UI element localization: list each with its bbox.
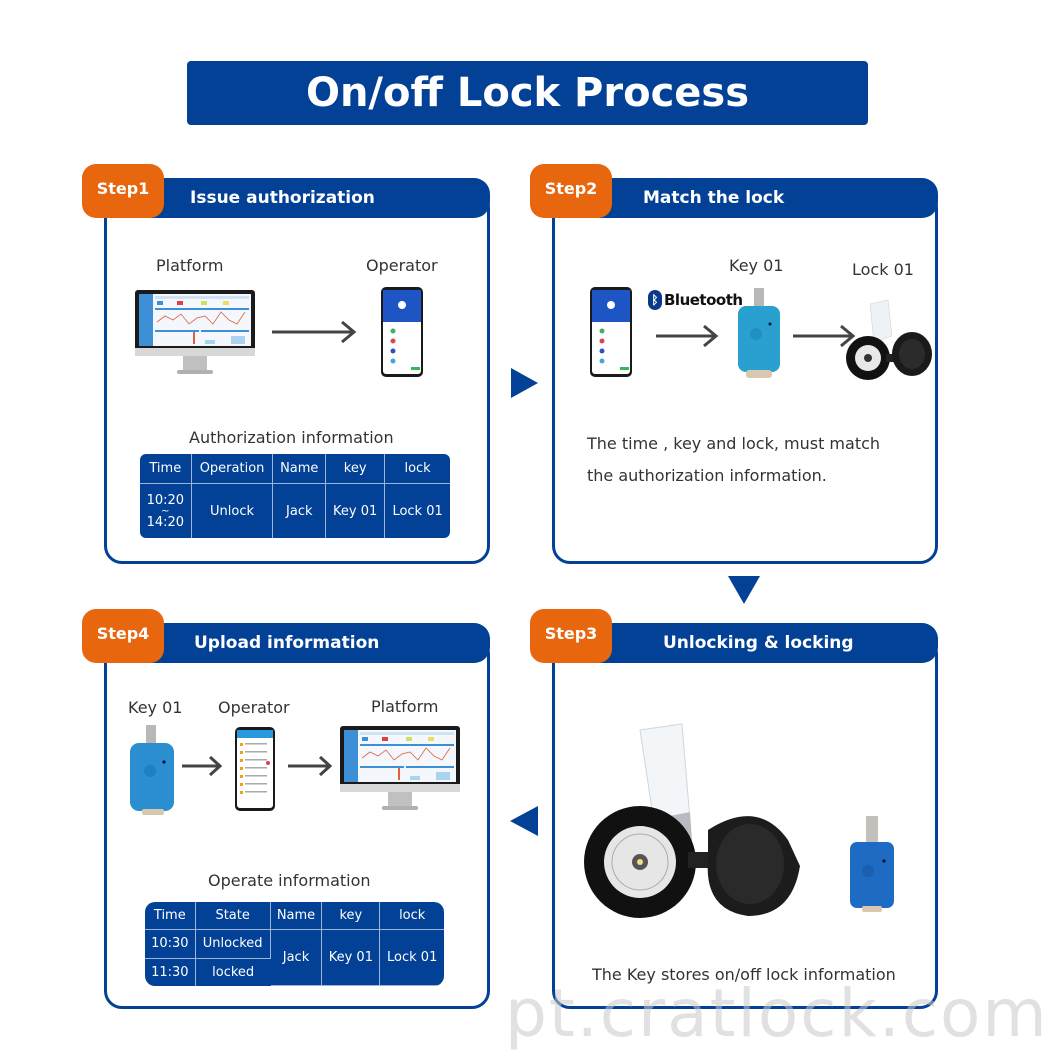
table-header-row: Time State Name key lock	[145, 902, 444, 930]
header-name: Name	[270, 902, 323, 930]
header-state: State	[195, 902, 271, 930]
time-end: 14:20	[146, 514, 185, 530]
header-time: Time	[145, 902, 196, 930]
step1-badge-text: Step1	[96, 178, 150, 198]
cell-lock: Lock 01	[392, 503, 443, 519]
cell-time: 11:30	[145, 958, 196, 986]
phone-icon	[381, 287, 423, 377]
header-name: Name	[273, 454, 327, 484]
match-description-line1: The time , key and lock, must match	[587, 434, 881, 453]
key01-label: Key 01	[128, 698, 183, 717]
step1-badge: Step1	[82, 164, 164, 218]
operate-table: Time State Name key lock 10:30 Unlocked …	[145, 902, 444, 986]
operator-label: Operator	[218, 698, 290, 717]
monitor-icon	[135, 290, 255, 378]
smart-key-icon	[130, 725, 174, 817]
monitor-icon	[340, 726, 460, 814]
flow-arrow-down-icon	[728, 576, 760, 604]
step3-badge-text: Step3	[544, 623, 598, 643]
table-row: 10:30 Unlocked Jack Key 01 Lock 01	[145, 930, 444, 986]
cell-name: Jack	[273, 484, 327, 538]
key01-label: Key 01	[729, 256, 784, 275]
authorization-table: Time Operation Name key lock 10:20 ~ 14:…	[140, 454, 450, 538]
arrow-right-icon	[272, 320, 358, 348]
header-key: key	[326, 454, 386, 484]
cell-name: Jack	[270, 930, 323, 986]
cell-key: Key 01	[326, 484, 386, 538]
platform-label: Platform	[371, 697, 439, 716]
bluetooth-logo: ᛒ Bluetooth	[648, 290, 743, 310]
cell-time: 10:30	[145, 930, 196, 959]
match-description-line2: the authorization information.	[587, 466, 827, 485]
step1-heading: Issue authorization	[190, 188, 375, 208]
header-operation: Operation	[191, 454, 274, 484]
table-row: 10:20 ~ 14:20 Unlock Jack Key 01 Lock 01	[140, 484, 450, 538]
step4-heading: Upload information	[194, 633, 380, 653]
cell-key: Key 01	[322, 930, 381, 986]
phone-icon	[235, 727, 275, 811]
step2-badge-text: Step2	[544, 178, 598, 198]
bluetooth-label: Bluetooth	[664, 291, 743, 309]
header-lock: lock	[385, 454, 450, 484]
smart-key-icon	[736, 288, 782, 380]
step3-badge: Step3	[530, 609, 612, 663]
authorization-info-title: Authorization information	[189, 428, 394, 447]
time-start: 10:20	[146, 492, 185, 508]
cell-operation: Unlock	[192, 484, 274, 538]
smart-key-small-icon	[848, 816, 896, 916]
arrow-right-icon	[656, 324, 720, 352]
step4-badge-text: Step4	[96, 623, 150, 643]
cell-state: locked	[212, 964, 255, 980]
lock01-label: Lock 01	[852, 260, 914, 279]
operator-label: Operator	[366, 256, 438, 275]
page-title-text: On/off Lock Process	[305, 70, 750, 116]
platform-label: Platform	[156, 256, 224, 275]
step2-badge: Step2	[530, 164, 612, 218]
flow-arrow-left-icon	[510, 806, 538, 836]
step3-heading: Unlocking & locking	[663, 633, 854, 653]
header-time: Time	[140, 454, 192, 484]
arrow-right-icon	[288, 754, 334, 782]
cell-lock: Lock 01	[380, 930, 444, 986]
watermark: pt.cratlock.com	[505, 975, 1049, 1052]
page-title: On/off Lock Process	[187, 61, 868, 125]
table-header-row: Time Operation Name key lock	[140, 454, 450, 484]
step2-heading: Match the lock	[643, 188, 785, 208]
flow-arrow-right-icon	[511, 368, 538, 398]
header-lock: lock	[380, 902, 444, 930]
phone-icon	[590, 287, 632, 377]
cam-lock-image	[840, 299, 936, 384]
cam-lock-large-image	[578, 720, 802, 920]
operate-info-title: Operate information	[208, 871, 371, 890]
cell-time: 10:20 ~ 14:20	[140, 484, 192, 538]
step4-badge: Step4	[82, 609, 164, 663]
arrow-right-icon	[182, 754, 224, 782]
bluetooth-icon: ᛒ	[648, 290, 662, 310]
cell-state: Unlocked	[195, 930, 271, 959]
header-key: key	[322, 902, 381, 930]
